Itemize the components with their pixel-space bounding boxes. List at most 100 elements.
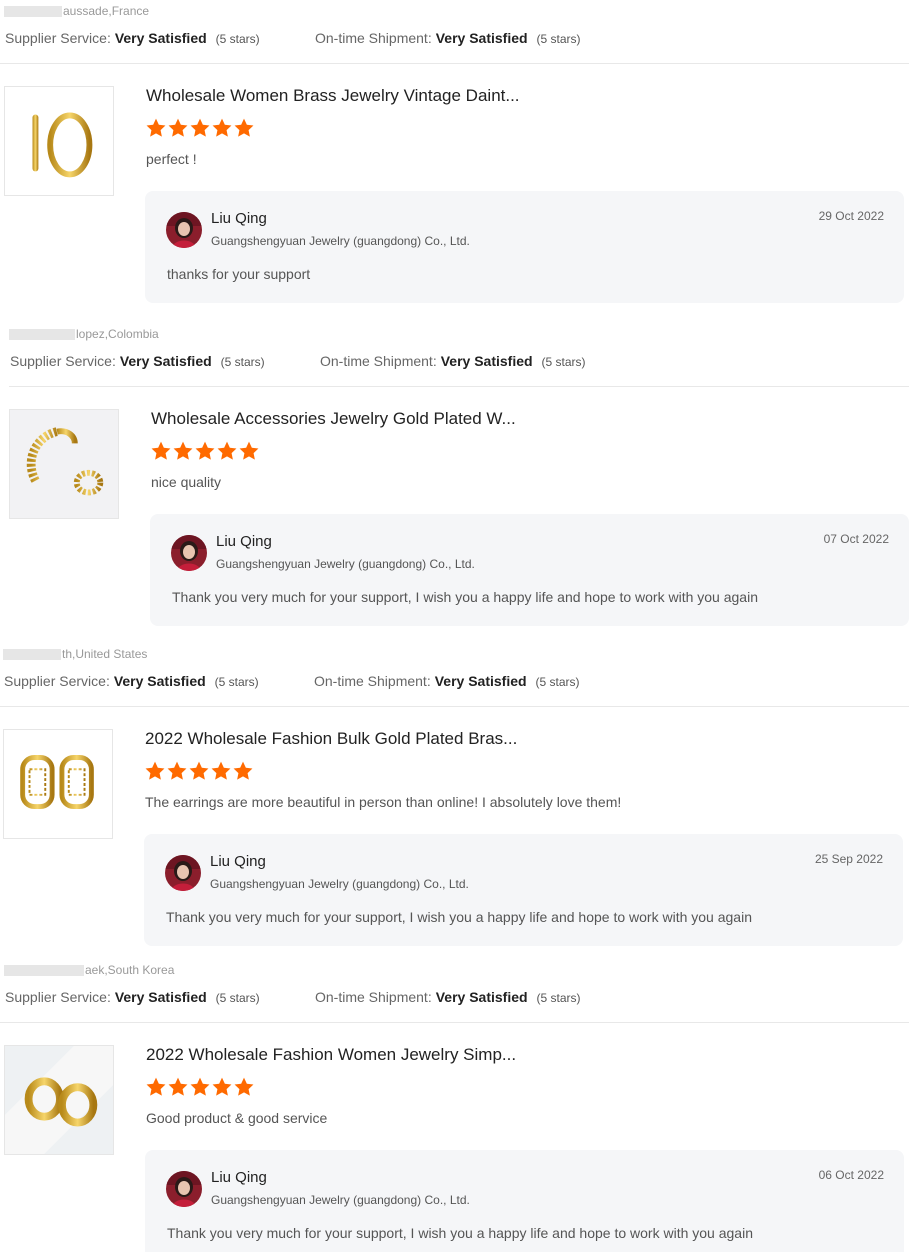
- buyer-info: aek,South Korea: [4, 963, 174, 977]
- reply-text: Thank you very much for your support, I …: [167, 1225, 753, 1241]
- gold-hoop-earrings-image: [32, 112, 93, 178]
- star-icon: [233, 761, 253, 780]
- shipment-value: Very Satisfied: [435, 989, 528, 1005]
- buyer-location: lopez,Colombia: [76, 327, 159, 341]
- rating-summary: Supplier Service: Very Satisfied (5 star…: [10, 353, 586, 369]
- avatar: [166, 212, 202, 248]
- product-title-link[interactable]: 2022 Wholesale Fashion Women Jewelry Sim…: [146, 1045, 516, 1065]
- product-title-link[interactable]: Wholesale Accessories Jewelry Gold Plate…: [151, 409, 516, 429]
- avatar-image: [171, 535, 207, 571]
- buyer-location: th,United States: [62, 647, 148, 661]
- star-icon: [212, 1077, 232, 1096]
- reply-date: 25 Sep 2022: [814, 852, 883, 866]
- reply-company: Guangshengyuan Jewelry (guangdong) Co., …: [216, 557, 475, 571]
- review-comment: The earrings are more beautiful in perso…: [145, 794, 622, 810]
- buyer-name-mask: [9, 328, 75, 340]
- reply-author-name: Liu Qing: [211, 210, 267, 227]
- star-rating: [145, 1076, 255, 1098]
- supplier-service-stars: (5 stars): [214, 675, 259, 689]
- supplier-service-value: Very Satisfied: [113, 673, 206, 689]
- star-icon: [190, 118, 210, 137]
- reply-company: Guangshengyuan Jewelry (guangdong) Co., …: [211, 1193, 470, 1207]
- avatar-image: [165, 855, 201, 891]
- buyer-name-mask: [4, 964, 84, 976]
- gold-bangle-ring-image: [26, 427, 104, 496]
- supplier-service-label: Supplier Service:: [4, 673, 110, 689]
- rating-summary: Supplier Service: Very Satisfied (5 star…: [5, 30, 581, 46]
- review-comment: nice quality: [151, 474, 222, 490]
- star-rating: [145, 117, 255, 139]
- star-icon: [211, 761, 231, 780]
- product-title-link[interactable]: 2022 Wholesale Fashion Bulk Gold Plated …: [145, 729, 517, 749]
- star-rating: [144, 760, 254, 782]
- review-comment: perfect !: [146, 151, 197, 167]
- shipment-value: Very Satisfied: [435, 30, 528, 46]
- reply-company: Guangshengyuan Jewelry (guangdong) Co., …: [211, 234, 470, 248]
- shipment-value: Very Satisfied: [434, 673, 527, 689]
- buyer-location: aussade,France: [63, 4, 150, 18]
- star-icon: [146, 1077, 166, 1096]
- reply-author-name: Liu Qing: [216, 533, 272, 550]
- shipment-stars: (5 stars): [536, 991, 581, 1005]
- supplier-service-value: Very Satisfied: [114, 30, 207, 46]
- buyer-info: aussade,France: [4, 4, 149, 18]
- shipment-stars: (5 stars): [535, 675, 580, 689]
- supplier-service-label: Supplier Service:: [5, 989, 111, 1005]
- shipment-stars: (5 stars): [536, 32, 581, 46]
- avatar-image: [166, 212, 202, 248]
- buyer-info: th,United States: [3, 647, 147, 661]
- supplier-service-value: Very Satisfied: [114, 989, 207, 1005]
- star-rating: [150, 440, 260, 462]
- star-icon: [146, 118, 166, 137]
- reply-text: Thank you very much for your support, I …: [166, 909, 752, 925]
- buyer-name-mask: [3, 648, 61, 660]
- star-icon: [190, 1077, 210, 1096]
- reply-text: Thank you very much for your support, I …: [172, 589, 758, 605]
- shipment-label: On-time Shipment:: [315, 989, 432, 1005]
- avatar: [171, 535, 207, 571]
- product-thumbnail[interactable]: [3, 729, 113, 839]
- supplier-service-stars: (5 stars): [215, 32, 260, 46]
- supplier-service-label: Supplier Service:: [10, 353, 116, 369]
- divider: [0, 63, 909, 64]
- product-thumbnail[interactable]: [4, 1045, 114, 1155]
- star-icon: [234, 118, 254, 137]
- reply-author-name: Liu Qing: [210, 853, 266, 870]
- star-icon: [168, 118, 188, 137]
- star-icon: [168, 1077, 188, 1096]
- product-thumbnail[interactable]: [4, 86, 114, 196]
- gold-chunky-hoops-image: [5, 1046, 113, 1154]
- shipment-label: On-time Shipment:: [320, 353, 437, 369]
- star-icon: [189, 761, 209, 780]
- supplier-service-stars: (5 stars): [215, 991, 260, 1005]
- buyer-info: lopez,Colombia: [9, 327, 159, 341]
- reply-text: thanks for your support: [167, 266, 311, 282]
- product-title-link[interactable]: Wholesale Women Brass Jewelry Vintage Da…: [146, 86, 520, 106]
- divider: [0, 706, 909, 707]
- star-icon: [173, 441, 193, 460]
- reply-author-name: Liu Qing: [211, 1169, 267, 1186]
- shipment-stars: (5 stars): [541, 355, 586, 369]
- shipment-label: On-time Shipment:: [315, 30, 432, 46]
- supplier-service-stars: (5 stars): [220, 355, 265, 369]
- reply-company: Guangshengyuan Jewelry (guangdong) Co., …: [210, 877, 469, 891]
- star-icon: [212, 118, 232, 137]
- product-thumbnail[interactable]: [9, 409, 119, 519]
- rating-summary: Supplier Service: Very Satisfied (5 star…: [4, 673, 580, 689]
- star-icon: [217, 441, 237, 460]
- star-icon: [151, 441, 171, 460]
- star-icon: [195, 441, 215, 460]
- reply-date: 06 Oct 2022: [818, 1168, 884, 1182]
- supplier-service-value: Very Satisfied: [119, 353, 212, 369]
- star-icon: [239, 441, 259, 460]
- buyer-location: aek,South Korea: [85, 963, 175, 977]
- supplier-reply: Liu Qing Guangshengyuan Jewelry (guangdo…: [145, 1150, 904, 1252]
- shipment-label: On-time Shipment:: [314, 673, 431, 689]
- star-icon: [167, 761, 187, 780]
- divider: [0, 1022, 909, 1023]
- star-icon: [234, 1077, 254, 1096]
- avatar: [165, 855, 201, 891]
- reply-date: 29 Oct 2022: [818, 209, 884, 223]
- gold-huggie-earrings-image: [20, 755, 94, 810]
- reply-date: 07 Oct 2022: [823, 532, 889, 546]
